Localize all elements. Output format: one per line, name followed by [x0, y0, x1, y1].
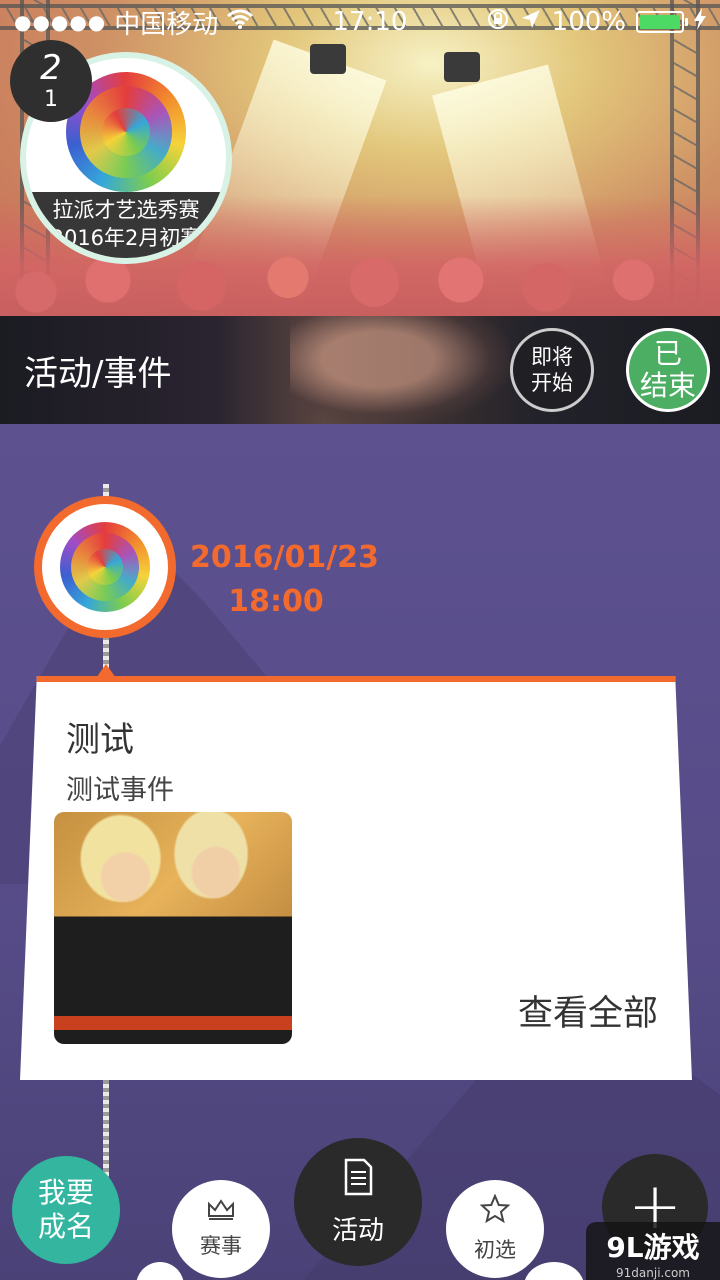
event-time: 18:00 [228, 584, 324, 619]
battery-icon [636, 11, 688, 33]
rotation-lock-icon [486, 7, 510, 38]
crown-icon [207, 1198, 235, 1224]
charging-bolt-icon [694, 7, 706, 37]
filter-upcoming-line2: 开始 [531, 371, 573, 395]
stage-lamp [310, 44, 346, 74]
document-icon [342, 1158, 374, 1202]
section-header: 活动/事件 [0, 316, 720, 424]
become-famous-line1: 我要 [37, 1176, 94, 1209]
contest-round: 2016年2月初赛 [50, 226, 202, 250]
notification-badge[interactable]: 2 1 [10, 40, 92, 122]
status-bar: ●●●●● 中国移动 17:10 100% [0, 0, 720, 44]
signal-strength: ●●●●● [14, 10, 107, 34]
filter-upcoming-line1: 即将 [531, 345, 573, 369]
badge-top-number: 2 [40, 48, 62, 88]
location-arrow-icon [520, 7, 542, 37]
event-photo[interactable] [54, 812, 292, 1044]
activity-button[interactable]: 活动 [294, 1138, 422, 1266]
event-date: 2016/01/23 [190, 540, 379, 575]
event-description: 测试事件 [66, 775, 174, 806]
event-datetime: 2016/01/23 18:00 [190, 536, 379, 624]
filter-upcoming-button[interactable]: 即将 开始 [510, 328, 594, 412]
clock: 17:10 [332, 7, 408, 37]
event-card[interactable]: 测试 测试事件 查看全部 [20, 676, 692, 1080]
site-watermark: 9L游戏 91danji.com [586, 1222, 720, 1280]
carrier-name: 中国移动 [114, 9, 219, 40]
section-title: 活动/事件 [24, 354, 172, 394]
become-famous-line2: 成名 [37, 1210, 94, 1243]
star-icon [479, 1193, 511, 1228]
battery-percent: 100% [551, 7, 626, 37]
event-avatar[interactable] [34, 496, 176, 638]
card-pointer [96, 664, 116, 678]
become-famous-button[interactable]: 我要 成名 [12, 1156, 120, 1264]
filter-ended-button[interactable]: 已 结束 [626, 328, 710, 412]
wifi-icon [226, 7, 254, 37]
event-title: 测试 [66, 720, 134, 760]
watermark-logo: 9L游戏 [606, 1231, 700, 1264]
timeline-line [103, 1076, 109, 1186]
filter-ended-line1: 已 [653, 337, 682, 370]
preliminary-label: 初选 [474, 1238, 516, 1262]
preliminary-button[interactable]: 初选 [446, 1180, 544, 1278]
filter-ended-line2: 结束 [639, 369, 696, 402]
contest-button[interactable]: 赛事 [172, 1180, 270, 1278]
contest-name: 拉派才艺选秀赛 [52, 198, 200, 222]
view-all-link[interactable]: 查看全部 [518, 985, 658, 1036]
activity-label: 活动 [331, 1215, 384, 1246]
contest-caption: 拉派才艺选秀赛 2016年2月初赛 [26, 192, 226, 258]
swirl-logo [60, 522, 150, 612]
contest-label: 赛事 [200, 1234, 242, 1258]
watermark-url: 91danji.com [616, 1266, 690, 1280]
singer-photo-backdrop [290, 316, 510, 424]
stage-lamp [444, 52, 480, 82]
badge-bottom-number: 1 [44, 87, 58, 112]
